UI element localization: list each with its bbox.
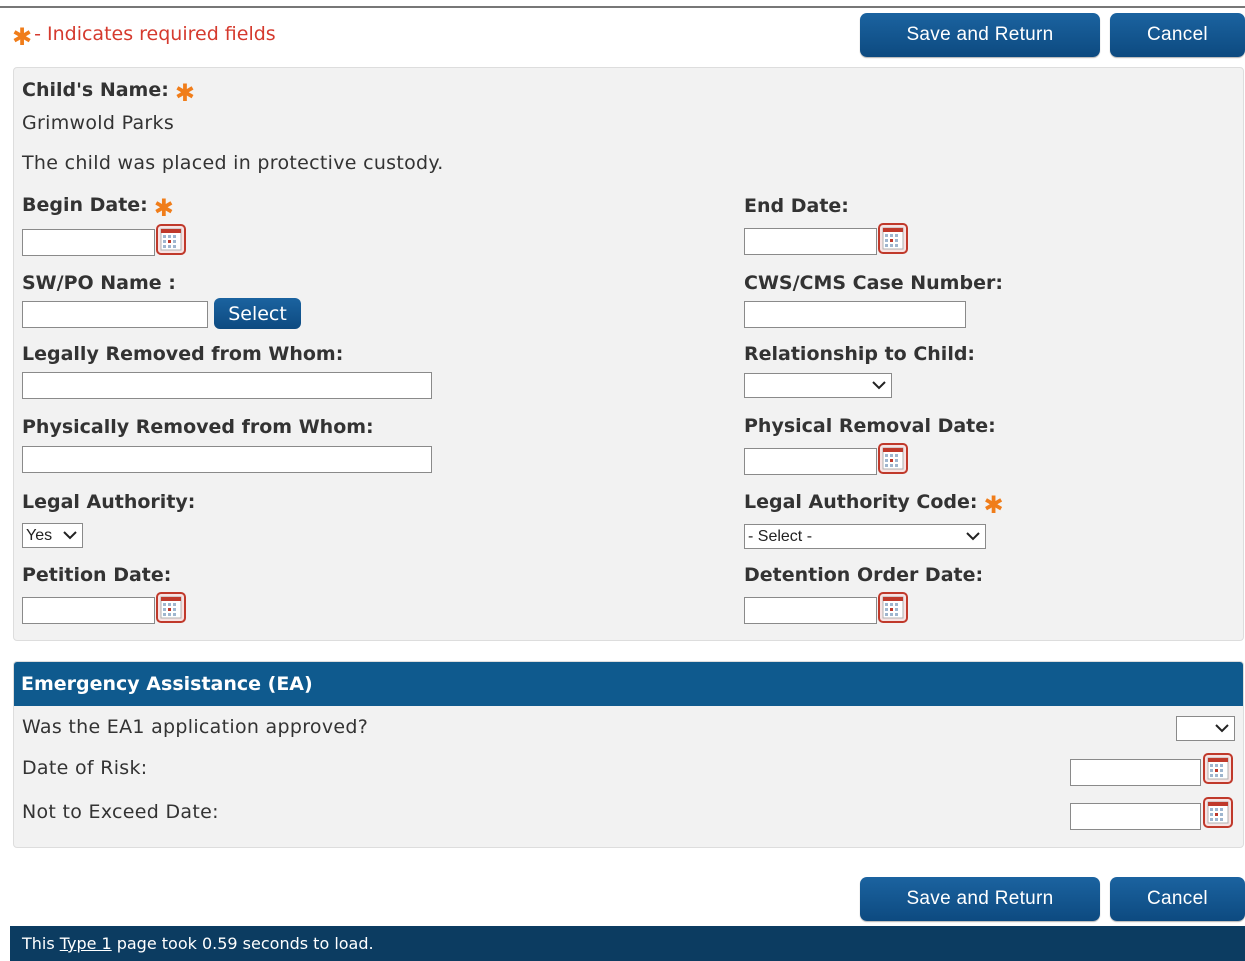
physically-removed-input[interactable] <box>22 446 432 473</box>
ea1-approved-select[interactable] <box>1176 716 1235 741</box>
sw-po-name-input[interactable] <box>22 301 208 328</box>
type-link[interactable]: Type 1 <box>60 934 112 953</box>
placement-form-panel: Child's Name: ✱ Grimwold Parks The child … <box>13 67 1244 641</box>
relationship-label: Relationship to Child: <box>744 343 976 365</box>
cancel-button[interactable]: Cancel <box>1110 13 1245 57</box>
cancel-button[interactable]: Cancel <box>1110 877 1245 921</box>
save-and-return-button[interactable]: Save and Return <box>860 13 1100 57</box>
date-of-risk-label: Date of Risk: <box>22 757 148 779</box>
calendar-icon[interactable] <box>1203 753 1233 784</box>
end-date-label: End Date: <box>744 195 849 217</box>
legal-authority-code-select[interactable]: - Select - <box>744 524 986 549</box>
legal-authority-select[interactable]: Yes <box>22 523 83 548</box>
required-star-icon: ✱ <box>153 194 174 222</box>
end-date-input[interactable] <box>744 228 877 255</box>
calendar-icon[interactable] <box>1203 797 1233 828</box>
calendar-icon[interactable] <box>156 224 186 255</box>
ea-section-header: Emergency Assistance (EA) <box>14 662 1243 706</box>
legal-authority-code-label: Legal Authority Code: ✱ <box>744 491 1004 519</box>
legal-authority-label: Legal Authority: <box>22 491 196 513</box>
sw-po-name-label: SW/PO Name : <box>22 272 176 294</box>
physically-removed-label: Physically Removed from Whom: <box>22 416 374 438</box>
chevron-down-icon <box>62 526 78 544</box>
child-name-value: Grimwold Parks <box>22 112 175 134</box>
emergency-assistance-panel: Emergency Assistance (EA) Was the EA1 ap… <box>13 661 1244 848</box>
top-divider <box>0 6 1245 8</box>
calendar-icon[interactable] <box>878 223 908 254</box>
footer-prefix: This <box>22 934 55 953</box>
select-button[interactable]: Select <box>214 298 301 329</box>
date-of-risk-input[interactable] <box>1070 759 1201 786</box>
calendar-icon[interactable] <box>878 592 908 623</box>
physical-removal-date-input[interactable] <box>744 448 877 475</box>
calendar-icon[interactable] <box>156 592 186 623</box>
legally-removed-input[interactable] <box>22 372 432 399</box>
required-star-icon: ✱ <box>12 23 33 51</box>
custody-status-text: The child was placed in protective custo… <box>22 152 444 174</box>
petition-date-input[interactable] <box>22 597 155 624</box>
physical-removal-date-label: Physical Removal Date: <box>744 415 996 437</box>
footer-load-time: page took 0.59 seconds to load. <box>116 934 374 953</box>
detention-order-date-label: Detention Order Date: <box>744 564 984 586</box>
required-star-icon: ✱ <box>983 491 1004 519</box>
cws-case-number-input[interactable] <box>744 301 966 328</box>
petition-date-label: Petition Date: <box>22 564 172 586</box>
page-footer: This Type 1 page took 0.59 seconds to lo… <box>10 926 1245 961</box>
required-fields-note: ✱ - Indicates required fields <box>12 22 276 51</box>
chevron-down-icon <box>871 376 887 394</box>
not-to-exceed-date-label: Not to Exceed Date: <box>22 801 219 823</box>
ea1-approved-question: Was the EA1 application approved? <box>22 716 369 738</box>
begin-date-label: Begin Date: ✱ <box>22 194 174 222</box>
chevron-down-icon <box>965 527 981 545</box>
cws-case-number-label: CWS/CMS Case Number: <box>744 272 1003 294</box>
detention-order-date-input[interactable] <box>744 597 877 624</box>
begin-date-input[interactable] <box>22 229 155 256</box>
legally-removed-label: Legally Removed from Whom: <box>22 343 344 365</box>
child-name-label: Child's Name: ✱ <box>22 79 195 107</box>
required-fields-text: - Indicates required fields <box>34 23 276 45</box>
relationship-select[interactable] <box>744 373 892 398</box>
required-star-icon: ✱ <box>174 79 195 107</box>
not-to-exceed-date-input[interactable] <box>1070 803 1201 830</box>
calendar-icon[interactable] <box>878 443 908 474</box>
save-and-return-button[interactable]: Save and Return <box>860 877 1100 921</box>
chevron-down-icon <box>1214 719 1230 737</box>
